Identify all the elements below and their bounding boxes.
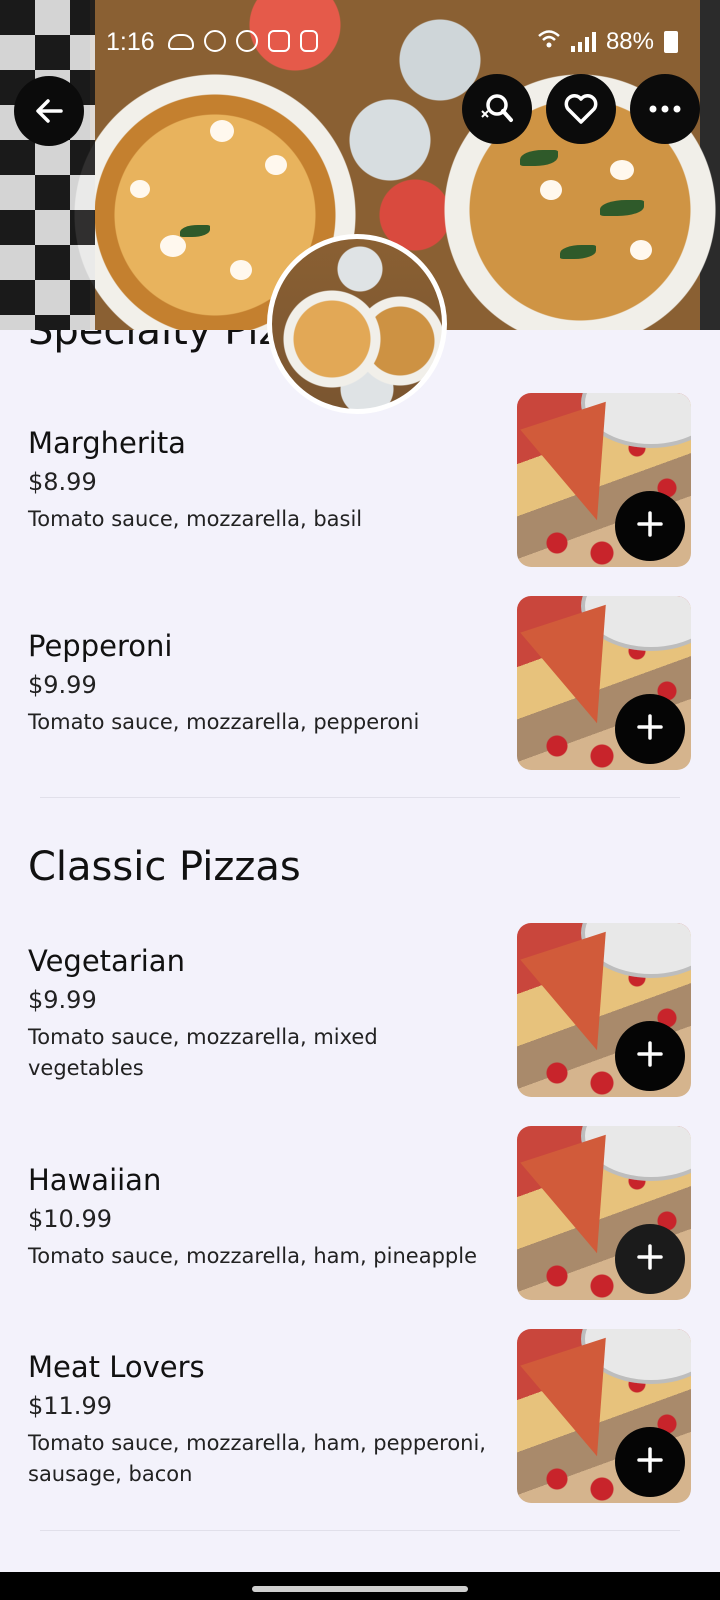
item-description: Tomato sauce, mozzarella, ham, pepperoni… [28,1431,486,1486]
plus-icon [636,713,664,745]
lock-icon [300,30,318,52]
item-description: Tomato sauce, mozzarella, mixed vegetabl… [28,1025,378,1080]
back-button[interactable] [14,76,84,146]
section-title-classic: Classic Pizzas [28,844,301,890]
plus-icon [636,1243,664,1275]
heart-icon [563,93,599,125]
section-divider [40,1530,680,1531]
status-time: 1:16 [106,28,155,56]
home-gesture-handle[interactable] [252,1586,468,1592]
cloud-icon [168,34,194,50]
section-divider [40,797,680,798]
item-description: Tomato sauce, mozzarella, basil [28,507,363,531]
battery-percent: 88% [605,28,654,55]
more-options-button[interactable] [630,74,700,144]
add-to-cart-button[interactable] [615,1224,685,1294]
add-to-cart-button[interactable] [615,694,685,764]
add-to-cart-button[interactable] [615,1427,685,1497]
status-bar: 1:16 88% [0,24,720,64]
restaurant-logo [267,234,447,414]
item-description: Tomato sauce, mozzarella, pepperoni [28,710,420,734]
plus-icon [636,1446,664,1478]
more-icon [649,105,681,113]
image-icon [268,30,290,52]
signal-icon [570,32,596,52]
add-to-cart-button[interactable] [615,1021,685,1091]
plus-icon [636,510,664,542]
search-icon [477,89,517,129]
item-description: Tomato sauce, mozzarella, ham, pineapple [28,1244,477,1268]
add-to-cart-button[interactable] [615,491,685,561]
notification-icon [204,30,226,52]
search-button[interactable] [462,74,532,144]
sync-icon [236,30,258,52]
favorite-button[interactable] [546,74,616,144]
arrow-left-icon [33,95,65,127]
plus-icon [636,1040,664,1072]
notification-icons [168,30,318,52]
wifi-icon [537,28,561,56]
battery-icon [664,31,678,53]
